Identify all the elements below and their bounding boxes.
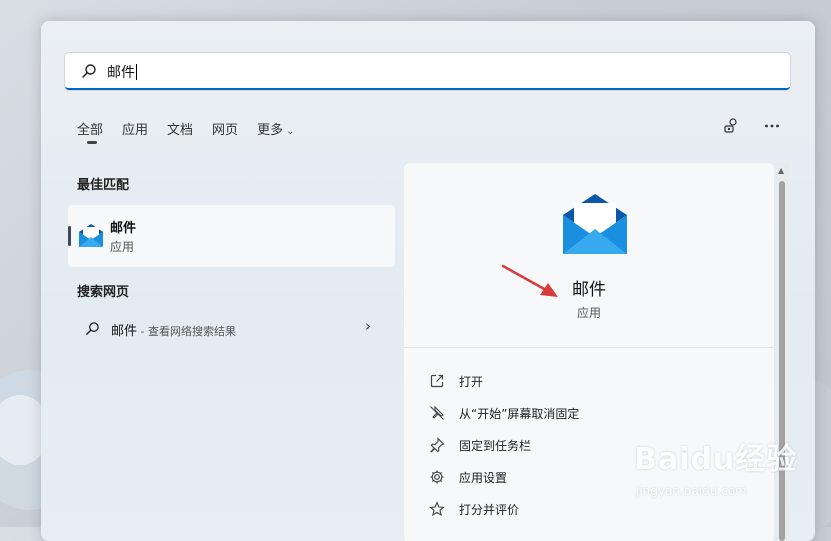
web-search-heading: 搜索网页: [77, 285, 130, 300]
filter-tabs: 全部 应用 文档 网页 更多 ⌄: [77, 119, 313, 144]
search-input-value: 邮件: [107, 64, 137, 81]
baidu-watermark: Baidu经验 jingyan.baidu.com: [634, 434, 798, 498]
tab-more-label: 更多: [257, 123, 284, 138]
best-match-item[interactable]: 邮件 应用: [68, 205, 395, 267]
tab-all[interactable]: 全部: [77, 119, 103, 144]
tab-apps[interactable]: 应用: [122, 119, 148, 143]
header-actions: [723, 117, 781, 135]
mail-icon: [563, 194, 627, 254]
watermark-logo-text: Baidu经验: [634, 442, 798, 477]
tab-documents[interactable]: 文档: [167, 119, 193, 143]
text-caret: [136, 64, 137, 80]
detail-app-name: 邮件: [572, 280, 606, 300]
open-action[interactable]: 打开: [428, 365, 579, 397]
rate-review-action[interactable]: 打分并评价: [428, 493, 579, 525]
open-action-label: 打开: [459, 374, 484, 389]
app-settings-action-label: 应用设置: [459, 470, 508, 485]
divider: [404, 347, 774, 348]
best-match-type: 应用: [110, 240, 135, 254]
search-icon: [86, 322, 99, 335]
scrollbar-thumb[interactable]: [779, 181, 785, 541]
web-search-result[interactable]: 邮件 - 查看网络搜索结果 ›: [81, 317, 381, 341]
app-actions-list: 打开 从“开始”屏幕取消固定 固定到任务栏 应用设置 打分并评价: [428, 365, 579, 525]
unpin-icon: [428, 404, 446, 422]
tab-more[interactable]: 更多 ⌄: [257, 119, 294, 143]
scroll-up-arrow-icon[interactable]: ▲: [778, 166, 784, 175]
chevron-down-icon: ⌄: [286, 126, 295, 137]
best-match-heading: 最佳匹配: [77, 178, 130, 193]
pin-taskbar-action[interactable]: 固定到任务栏: [428, 429, 579, 461]
unpin-start-action-label: 从“开始”屏幕取消固定: [459, 406, 580, 421]
gear-icon: [428, 468, 446, 486]
selection-indicator: [68, 226, 71, 246]
search-icon: [82, 64, 96, 78]
star-icon: [428, 500, 446, 518]
detail-app-type: 应用: [576, 306, 601, 320]
pin-taskbar-action-label: 固定到任务栏: [459, 438, 532, 453]
rate-review-action-label: 打分并评价: [459, 502, 520, 517]
red-annotation-arrow: [501, 264, 558, 297]
chevron-right-icon: ›: [365, 317, 371, 335]
web-search-text: 邮件 - 查看网络搜索结果: [111, 320, 236, 339]
search-input[interactable]: 邮件: [65, 53, 790, 90]
web-search-suffix: - 查看网络搜索结果: [137, 325, 236, 338]
account-switch-icon[interactable]: [723, 117, 741, 135]
open-external-icon: [428, 372, 446, 390]
watermark-url: jingyan.baidu.com: [636, 484, 747, 498]
mail-icon: [79, 224, 103, 247]
app-settings-action[interactable]: 应用设置: [428, 461, 579, 493]
web-search-query: 邮件: [111, 324, 138, 339]
unpin-start-action[interactable]: 从“开始”屏幕取消固定: [428, 397, 579, 429]
pin-icon: [428, 436, 446, 454]
more-ellipsis-icon[interactable]: [763, 117, 781, 135]
tab-web[interactable]: 网页: [212, 119, 238, 143]
best-match-name: 邮件: [110, 221, 137, 236]
